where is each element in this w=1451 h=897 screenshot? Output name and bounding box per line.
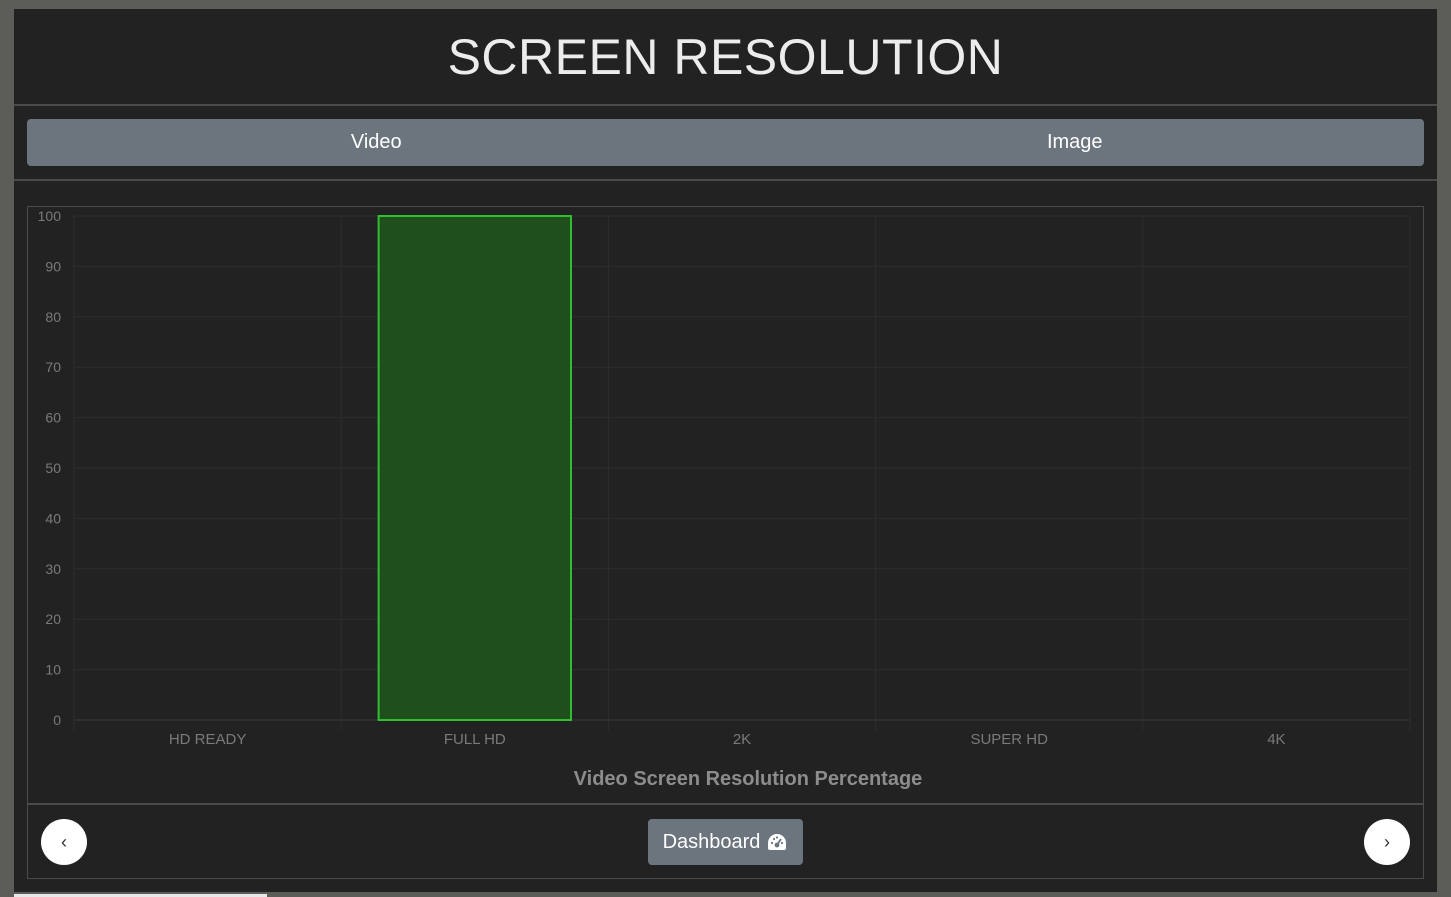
x-tick-label: 4K: [1267, 731, 1285, 748]
y-tick-label: 30: [45, 561, 61, 577]
main-panel: SCREEN RESOLUTION Video Image 0 10 20 30 40 5…: [14, 9, 1437, 892]
y-tick-label: 10: [45, 662, 61, 678]
page-title: SCREEN RESOLUTION: [447, 28, 1004, 85]
y-tick-label: 20: [45, 611, 61, 627]
y-tick-label: 90: [45, 258, 61, 274]
prev-button[interactable]: ‹: [41, 819, 87, 865]
tabs-divider: [14, 179, 1437, 181]
y-tick-label: 80: [45, 309, 61, 325]
y-tick-label: 40: [45, 510, 61, 526]
x-tick-label: SUPER HD: [970, 731, 1048, 748]
x-tick-label: 2K: [733, 731, 751, 748]
y-tick-label: 100: [38, 208, 62, 224]
y-tick-label: 60: [45, 410, 61, 426]
tab-image[interactable]: Image: [726, 119, 1425, 166]
y-tick-label: 0: [53, 712, 61, 728]
chevron-left-icon: ‹: [61, 831, 67, 852]
chart-card: 0 10 20 30 40 50 60 70 80 90 100 HD READY FULL HD 2K S…: [27, 206, 1424, 879]
y-tick-label: 50: [45, 460, 61, 476]
chart-footer-divider: [28, 803, 1423, 805]
chevron-right-icon: ›: [1384, 831, 1390, 852]
dashboard-button[interactable]: Dashboard: [648, 819, 803, 865]
tab-bar: Video Image: [27, 119, 1424, 166]
next-button[interactable]: ›: [1364, 819, 1410, 865]
x-tick-label: FULL HD: [444, 731, 506, 748]
bar-full-hd: [377, 215, 572, 721]
bar-chart: 0 10 20 30 40 50 60 70 80 90 100 HD READY FULL HD 2K S…: [38, 208, 1411, 790]
tachometer-icon: [768, 834, 787, 850]
header-divider: [14, 104, 1437, 106]
chart-title: Video Screen Resolution Percentage: [574, 768, 923, 790]
x-tick-label: HD READY: [169, 731, 247, 748]
dashboard-label: Dashboard: [662, 830, 761, 853]
y-tick-label: 70: [45, 359, 61, 375]
tab-video[interactable]: Video: [27, 119, 726, 166]
